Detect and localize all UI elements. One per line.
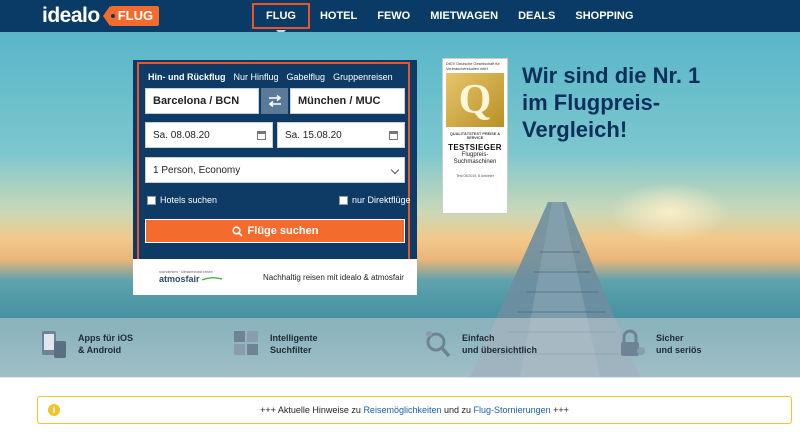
checkbox-box: [147, 195, 156, 205]
notice-suffix: +++: [553, 405, 569, 415]
travel-notice-bar: i +++ Aktuelle Hinweise zu Reisemöglichk…: [37, 396, 792, 424]
nav-item-mietwagen[interactable]: MIETWAGEN: [420, 0, 508, 32]
return-date-input[interactable]: Sa. 15.08.20: [277, 122, 405, 148]
search-icon: [231, 225, 243, 237]
badge-subtitle-1: Flugpreis-: [461, 152, 489, 159]
feature-simple-line-1: Einfach: [462, 333, 495, 343]
atmosfair-text: Nachhaltig reisen mit idealo & atmosfair: [263, 272, 404, 282]
departure-date-value: Sa. 08.08.20: [153, 129, 210, 141]
origin-input[interactable]: Barcelona / BCN: [145, 88, 259, 114]
logo-tag-flug: FLUG: [102, 6, 160, 26]
hotels-checkbox-label: Hotels suchen: [160, 195, 218, 205]
departure-date-input[interactable]: Sa. 08.08.20: [145, 122, 273, 148]
swap-airports-button[interactable]: [261, 88, 288, 114]
headline-line-2: im Flugpreis-: [522, 90, 661, 115]
passengers-select[interactable]: 1 Person, Economy: [145, 157, 405, 183]
feature-apps-line-2: & Android: [78, 345, 122, 355]
feature-secure: Sicher und seriös: [618, 329, 702, 359]
quality-seal-icon: Q: [446, 73, 504, 128]
headline-line-3: Vergleich!: [522, 117, 628, 142]
tab-oneway[interactable]: Nur Hinflug: [234, 72, 279, 82]
plane-icon: [201, 277, 223, 281]
calendar-icon: [389, 131, 398, 140]
feature-apps: Apps für iOS & Android: [40, 329, 133, 359]
notice-prefix: +++ Aktuelle Hinweise zu: [260, 405, 361, 415]
calendar-icon: [257, 131, 266, 140]
notice-middle: und zu: [444, 405, 472, 415]
search-flights-button[interactable]: Flüge suchen: [145, 219, 405, 243]
tab-multicity[interactable]: Gabelflug: [287, 72, 326, 82]
info-icon: i: [48, 404, 60, 416]
swap-arrows-icon: [268, 95, 281, 107]
hotels-checkbox[interactable]: Hotels suchen: [147, 195, 217, 205]
search-flights-label: Flüge suchen: [247, 225, 319, 237]
feature-simple-line-2: und übersichtlich: [462, 345, 538, 355]
lock-icon: [621, 329, 645, 356]
badge-issuer: DtGV Deutsche Gesellschaft für Verbrauch…: [446, 62, 500, 71]
tab-roundtrip[interactable]: Hin- und Rückflug: [148, 72, 226, 82]
travel-options-link[interactable]: Reisemöglichkeiten: [363, 405, 441, 415]
chevron-down-icon: [390, 165, 400, 175]
main-nav: FLUG HOTEL FEWO MIETWAGEN DEALS SHOPPING: [252, 0, 643, 35]
checkbox-box: [339, 195, 348, 205]
puzzle-icon: [234, 331, 258, 355]
feature-apps-line-1: Apps für iOS: [78, 333, 134, 343]
feature-secure-line-1: Sicher: [656, 333, 684, 343]
phone-icon: [42, 331, 66, 358]
feature-simple: Einfach und übersichtlich: [424, 329, 537, 359]
top-navigation-bar: idealo FLUG FLUG HOTEL FEWO MIETWAGEN DE…: [0, 0, 800, 35]
hero-headline: Wir sind die Nr. 1 im Flugpreis- Verglei…: [522, 62, 772, 143]
feature-filters-line-2: Suchfilter: [270, 345, 312, 355]
nav-item-flug[interactable]: FLUG: [252, 3, 310, 35]
testsieger-badge: DtGV Deutsche Gesellschaft für Verbrauch…: [442, 58, 508, 214]
nav-item-deals[interactable]: DEALS: [508, 0, 565, 32]
feature-strip: Apps für iOS & Android Intelligente Such…: [0, 318, 800, 378]
badge-subtitle-2: Suchmaschinen: [453, 159, 497, 166]
direct-flights-label: nur Direktflüge: [352, 195, 411, 205]
trip-type-tabs: Hin- und Rückflug Nur Hinflug Gabelflug …: [148, 72, 393, 82]
idealo-logo[interactable]: idealo FLUG: [42, 4, 160, 27]
feature-secure-line-2: und seriös: [656, 345, 702, 355]
headline-line-1: Wir sind die Nr. 1: [522, 63, 701, 88]
badge-category: QUALITÄTSTEST PREISE & SERVICE: [449, 132, 501, 141]
badge-footnote: Test 05/2019, 8 Anbieter: [456, 174, 494, 179]
feature-filters: Intelligente Suchfilter: [232, 329, 318, 359]
badge-title: TESTSIEGER: [448, 143, 502, 153]
nav-item-fewo[interactable]: FEWO: [367, 0, 420, 32]
feature-filters-line-1: Intelligente: [270, 333, 318, 343]
nav-item-shopping[interactable]: SHOPPING: [565, 0, 643, 32]
return-date-value: Sa. 15.08.20: [285, 129, 342, 141]
nav-item-hotel[interactable]: HOTEL: [310, 0, 367, 32]
tab-group[interactable]: Gruppenreisen: [333, 72, 393, 82]
logo-text: idealo: [42, 4, 100, 27]
atmosfair-logo: nachdenken · klimabewusst reisen atmosfa…: [159, 270, 237, 284]
flight-cancellations-link[interactable]: Flug-Stornierungen: [474, 405, 551, 415]
magnifier-icon: [426, 331, 451, 358]
destination-input[interactable]: München / MUC: [290, 88, 405, 114]
direct-flights-checkbox[interactable]: nur Direktflüge: [339, 195, 411, 205]
passengers-value: 1 Person, Economy: [153, 164, 241, 176]
atmosfair-banner[interactable]: nachdenken · klimabewusst reisen atmosfa…: [133, 259, 417, 295]
